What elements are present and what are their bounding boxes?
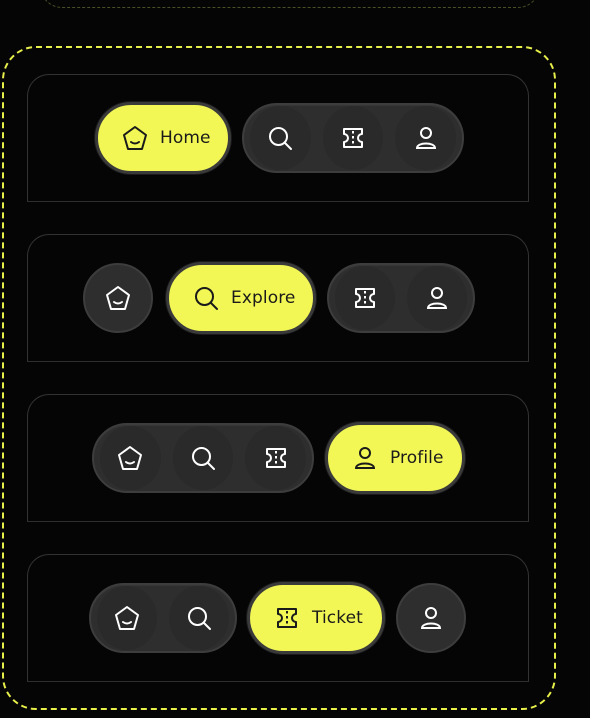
previous-frame-edge — [40, 0, 540, 8]
nav-ticket-active[interactable]: Ticket — [247, 582, 385, 654]
nav-ticket-button[interactable] — [322, 106, 384, 170]
ticket-icon — [272, 603, 302, 633]
profile-icon — [416, 603, 446, 633]
nav-home-label: Home — [160, 128, 211, 148]
nav-explore-active[interactable]: Explore — [166, 262, 316, 334]
nav-ticket-button[interactable] — [245, 426, 307, 490]
nav-home-button[interactable] — [83, 263, 153, 333]
nav-variant-explore: Explore — [27, 234, 529, 362]
search-icon — [188, 443, 218, 473]
nav-explore-button[interactable] — [172, 426, 234, 490]
nav-variant-home: Home — [27, 74, 529, 202]
nav-inactive-group — [89, 583, 237, 653]
nav-variant-profile: Profile — [27, 394, 529, 522]
nav-inactive-group — [92, 423, 314, 493]
nav-variant-ticket: Ticket — [27, 554, 529, 682]
ticket-icon — [350, 283, 380, 313]
nav-home-button[interactable] — [97, 586, 157, 650]
profile-icon — [411, 123, 441, 153]
nav-inactive-group — [242, 103, 464, 173]
nav-profile-button[interactable] — [407, 266, 467, 330]
nav-ticket-button[interactable] — [335, 266, 395, 330]
nav-inactive-group — [327, 263, 475, 333]
home-icon — [120, 123, 150, 153]
search-icon — [184, 603, 214, 633]
nav-profile-active[interactable]: Profile — [325, 422, 465, 494]
ticket-icon — [261, 443, 291, 473]
nav-ticket-label: Ticket — [312, 608, 363, 628]
nav-profile-label: Profile — [390, 448, 444, 468]
nav-home-button[interactable] — [100, 426, 161, 490]
nav-explore-button[interactable] — [169, 586, 229, 650]
profile-icon — [422, 283, 452, 313]
search-icon — [265, 123, 295, 153]
nav-profile-button[interactable] — [396, 583, 466, 653]
ticket-icon — [338, 123, 368, 153]
profile-icon — [350, 443, 380, 473]
home-icon — [103, 283, 133, 313]
nav-explore-label: Explore — [231, 288, 296, 308]
home-icon — [112, 603, 142, 633]
nav-profile-button[interactable] — [395, 106, 457, 170]
nav-explore-button[interactable] — [250, 106, 311, 170]
nav-home-active[interactable]: Home — [95, 102, 231, 174]
home-icon — [115, 443, 145, 473]
search-icon — [191, 283, 221, 313]
